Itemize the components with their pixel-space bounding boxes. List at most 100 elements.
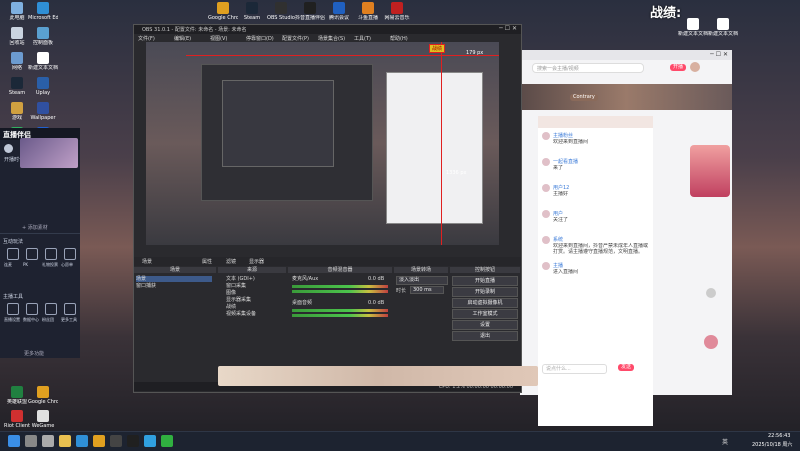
- source-item[interactable]: 显示器采集: [226, 297, 284, 303]
- avatar[interactable]: [4, 144, 13, 153]
- filters-button[interactable]: 滤镜: [226, 258, 236, 265]
- desktop-icon[interactable]: Uplay: [28, 77, 58, 96]
- control-button[interactable]: 开始录制: [452, 287, 518, 297]
- chat-username[interactable]: 一起看直播: [553, 158, 578, 165]
- obs-window: OBS 31.0.1 - 配置文件: 未命名 - 场景: 未命名 ─ ☐ ✕ 文…: [133, 24, 522, 393]
- preview-thumbnail[interactable]: [20, 138, 78, 168]
- desktop-icon[interactable]: 斗鱼直播: [353, 2, 383, 21]
- chat-username[interactable]: 系统: [553, 236, 563, 243]
- desktop-icon-label: WeGame: [31, 423, 55, 429]
- search-input[interactable]: 搜索一会主播/视频: [537, 65, 579, 72]
- desktop-icon[interactable]: Google Chrome: [208, 2, 238, 21]
- desktop-icon[interactable]: Steam: [237, 2, 267, 21]
- source-item[interactable]: 文本 (GDI+): [226, 276, 284, 282]
- more-tools-link[interactable]: 更多功能: [24, 350, 44, 357]
- send-button[interactable]: 发送: [618, 364, 635, 371]
- add-scene-button[interactable]: + 添加素材: [22, 224, 48, 231]
- source-item[interactable]: 窗口采集: [226, 283, 284, 289]
- chat-input[interactable]: 说点什么...: [542, 364, 607, 374]
- search-bar[interactable]: 搜索一会主播/视频: [532, 63, 644, 73]
- obs-window-controls[interactable]: ─ ☐ ✕: [499, 25, 517, 32]
- tool-icon[interactable]: [64, 303, 76, 315]
- window-controls[interactable]: ─ ☐ ✕: [710, 51, 728, 58]
- taskbar-app-icon[interactable]: [25, 435, 37, 447]
- desktop-icon[interactable]: 新建文本文档: [28, 52, 58, 71]
- chat-avatar[interactable]: [542, 262, 550, 270]
- controls-panel: 开始直播 开始录制 启动虚拟摄像机 工作室模式 设置 退出: [450, 274, 520, 374]
- desktop-icon[interactable]: 抖音直播伴侣: [295, 2, 325, 21]
- properties-button[interactable]: 属性: [202, 258, 212, 265]
- menu-item[interactable]: 工具(T): [354, 35, 371, 42]
- menu-item[interactable]: 文件(F): [138, 35, 155, 42]
- desktop-icon-text-doc-2[interactable]: 新建文本文档: [708, 18, 738, 37]
- source-item[interactable]: 战绩: [226, 304, 284, 310]
- stream-tab[interactable]: Contrary: [570, 94, 598, 101]
- chat-avatar[interactable]: [542, 158, 550, 166]
- menu-item[interactable]: 停靠窗口(D): [246, 35, 274, 42]
- desktop-icon[interactable]: 控制面板: [28, 27, 58, 46]
- menu-item[interactable]: 帮助(H): [390, 35, 408, 42]
- taskbar-app-icon[interactable]: [127, 435, 139, 447]
- taskbar-app-icon[interactable]: [42, 435, 54, 447]
- source-item[interactable]: 视频采集设备: [226, 311, 284, 317]
- taskbar-app-icon[interactable]: [76, 435, 88, 447]
- user-avatar[interactable]: [690, 62, 700, 72]
- chat-username[interactable]: 用户: [553, 210, 563, 217]
- taskbar-app-icon[interactable]: [8, 435, 20, 447]
- chat-username[interactable]: 用户12: [553, 184, 569, 191]
- control-button[interactable]: 开始直播: [452, 276, 518, 286]
- transition-select[interactable]: 淡入淡出: [396, 276, 448, 285]
- chat-avatar[interactable]: [542, 210, 550, 218]
- menu-item[interactable]: 配置文件(P): [282, 35, 309, 42]
- tool-icon[interactable]: [7, 248, 19, 260]
- chat-avatar[interactable]: [542, 132, 550, 140]
- promo-banner[interactable]: [690, 145, 730, 197]
- red-label[interactable]: 战绩: [429, 44, 446, 53]
- chat-avatar[interactable]: [542, 184, 550, 192]
- taskbar-app-icon[interactable]: [161, 435, 173, 447]
- chat-username[interactable]: 主播: [553, 262, 563, 269]
- gift-icon[interactable]: [704, 335, 718, 349]
- chat-avatar[interactable]: [542, 236, 550, 244]
- clock-time[interactable]: 22:56:43: [768, 433, 790, 439]
- tool-icon[interactable]: [26, 303, 38, 315]
- tool-icon[interactable]: [45, 303, 57, 315]
- menu-item[interactable]: 场景集合(S): [318, 35, 345, 42]
- desktop-icon-label: OBS Studio: [267, 15, 295, 21]
- menu-item[interactable]: 编辑(E): [174, 35, 191, 42]
- duration-input[interactable]: 300 ms: [410, 286, 444, 294]
- display-button[interactable]: 显示器: [249, 258, 264, 265]
- tool-icon[interactable]: [7, 303, 19, 315]
- chat-username[interactable]: 主播粉丝: [553, 132, 573, 139]
- desktop-icon[interactable]: WeGame: [28, 410, 58, 429]
- control-button[interactable]: 启动虚拟摄像机: [452, 298, 518, 308]
- tool-icon[interactable]: [45, 248, 57, 260]
- desktop-icon[interactable]: 腾讯会议: [324, 2, 354, 21]
- taskbar-app-icon[interactable]: [93, 435, 105, 447]
- source-item[interactable]: 图像: [226, 290, 284, 296]
- open-live-button[interactable]: 开播: [670, 64, 687, 71]
- control-button[interactable]: 退出: [452, 331, 518, 341]
- clock-date[interactable]: 2025/10/18 周六: [752, 441, 792, 448]
- desktop-icon[interactable]: Wallpaper: [28, 102, 58, 121]
- taskbar-app-icon[interactable]: [144, 435, 156, 447]
- desktop-icon[interactable]: Google Chrome: [28, 386, 58, 405]
- bottom-banner[interactable]: [218, 366, 538, 386]
- taskbar-app-icon[interactable]: [110, 435, 122, 447]
- video-player-strip[interactable]: Contrary: [520, 84, 732, 110]
- menu-item[interactable]: 视图(V): [210, 35, 227, 42]
- tray-lang[interactable]: 英: [722, 437, 728, 446]
- control-button[interactable]: 设置: [452, 320, 518, 330]
- scene-item[interactable]: 窗口捕获: [136, 283, 212, 289]
- desktop-icon[interactable]: OBS Studio: [266, 2, 296, 21]
- tool-icon[interactable]: [64, 248, 76, 260]
- desktop-icon-text-doc[interactable]: 新建文本文档: [678, 18, 708, 37]
- desktop-icon[interactable]: Microsoft Edge: [28, 2, 58, 21]
- tool-icon[interactable]: [26, 248, 38, 260]
- scene-item[interactable]: 场景: [136, 276, 212, 282]
- control-button[interactable]: 工作室模式: [452, 309, 518, 319]
- desktop-icon[interactable]: 网易云音乐: [382, 2, 412, 21]
- obs-preview[interactable]: 战绩 179 px 1336 px: [146, 42, 499, 245]
- scroll-top-icon[interactable]: [706, 288, 716, 298]
- taskbar-app-icon[interactable]: [59, 435, 71, 447]
